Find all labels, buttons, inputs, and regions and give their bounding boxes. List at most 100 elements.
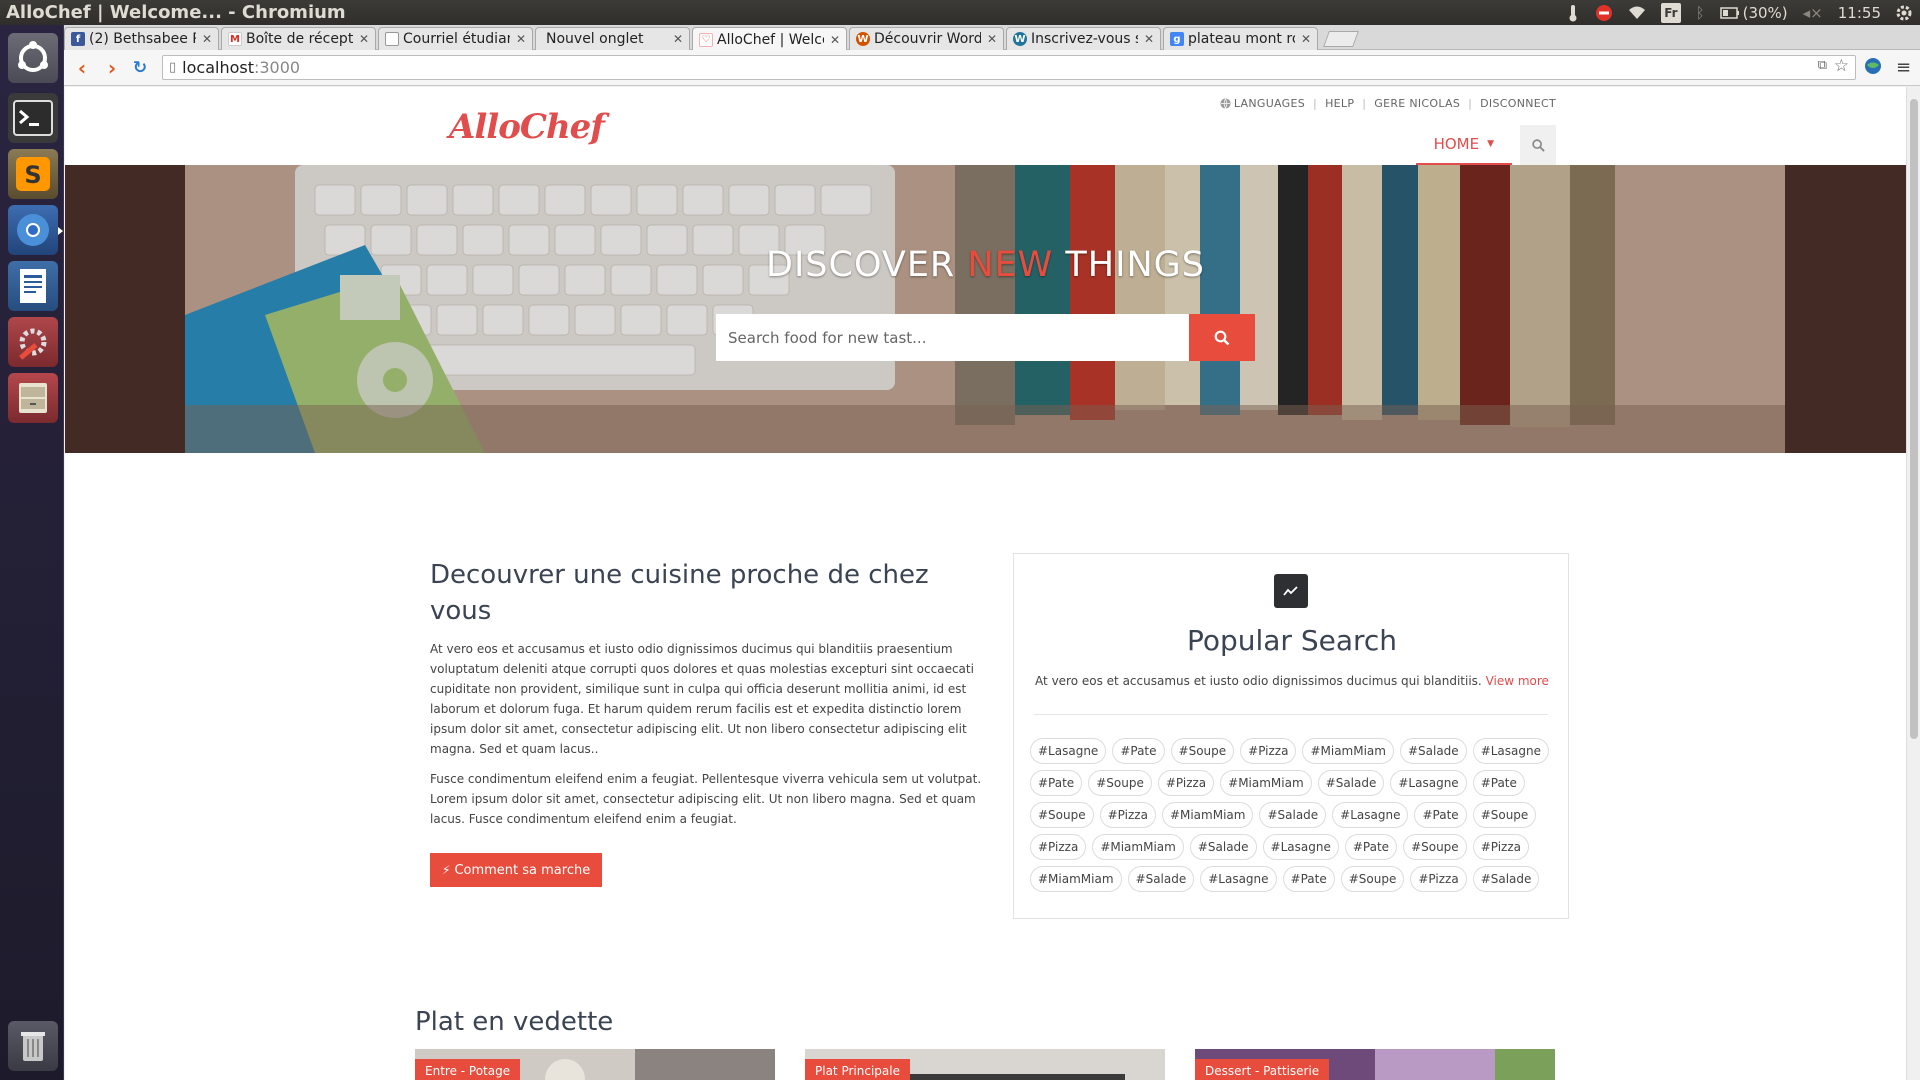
popular-tag[interactable]: #Lasagne — [1200, 866, 1277, 892]
libreoffice-writer-launcher[interactable] — [8, 261, 58, 311]
site-logo[interactable]: AlloChef — [449, 107, 605, 147]
popular-tag[interactable]: #Lasagne — [1390, 770, 1467, 796]
category-badge: Plat Principale — [805, 1059, 910, 1080]
popular-tag[interactable]: #Lasagne — [1030, 738, 1107, 764]
volume-icon[interactable]: ◂× — [1803, 3, 1823, 23]
tab-close-icon[interactable]: ✕ — [987, 32, 997, 46]
popular-tag[interactable]: #Salade — [1317, 770, 1385, 796]
popular-tag[interactable]: #Lasagne — [1332, 802, 1409, 828]
translate-icon[interactable]: ⧉ — [1818, 58, 1827, 73]
clock[interactable]: 11:55 — [1838, 3, 1881, 23]
sublime-text-launcher[interactable]: S — [8, 149, 58, 199]
languages-link[interactable]: LANGUAGES — [1234, 97, 1305, 110]
popular-tag[interactable]: #Soupe — [1340, 866, 1405, 892]
address-bar[interactable]: ▯ localhost:3000 ⧉ ☆ — [162, 55, 1856, 80]
category-badge: Dessert - Pattiserie — [1195, 1059, 1330, 1080]
popular-tag[interactable]: #Pizza — [1099, 802, 1156, 828]
bluetooth-icon[interactable]: ᛒ — [1696, 3, 1705, 23]
dash-home-button[interactable] — [8, 33, 58, 83]
chromium-launcher[interactable] — [8, 205, 63, 255]
nav-home[interactable]: HOME ▼ — [1415, 125, 1512, 165]
browser-menu-icon[interactable]: ≡ — [1896, 57, 1911, 78]
page-scrollbar[interactable] — [1906, 87, 1920, 1080]
tab-courriel[interactable]: Courriel étudiant ✕ — [378, 27, 533, 50]
popular-tag[interactable]: #Soupe — [1088, 770, 1152, 796]
tab-nouvel-onglet[interactable]: Nouvel onglet ✕ — [535, 27, 690, 50]
view-more-link[interactable]: View more — [1486, 674, 1549, 688]
popular-tag[interactable]: #Pate — [1472, 770, 1525, 796]
trash-launcher[interactable] — [8, 1021, 58, 1071]
popular-tag[interactable]: #Salade — [1127, 866, 1195, 892]
popular-tag[interactable]: #Soupe — [1170, 738, 1235, 764]
disconnect-link[interactable]: DISCONNECT — [1480, 97, 1556, 110]
chromium-icon — [17, 214, 49, 246]
how-it-works-button[interactable]: ⚡ Comment sa marche — [430, 853, 603, 887]
popular-tag[interactable]: #Pizza — [1410, 866, 1467, 892]
popular-tag[interactable]: #MiamMiam — [1161, 802, 1254, 828]
bookmark-star-icon[interactable]: ☆ — [1834, 56, 1849, 76]
tab-close-icon[interactable]: ✕ — [830, 33, 840, 47]
popular-tag[interactable]: #Lasagne — [1472, 738, 1549, 764]
forward-button[interactable]: › — [98, 54, 126, 82]
hero-search-button[interactable] — [1189, 314, 1255, 361]
tab-close-icon[interactable]: ✕ — [516, 32, 526, 46]
page-info-icon[interactable]: ▯ — [169, 60, 176, 75]
popular-tag[interactable]: #Soupe — [1403, 834, 1467, 860]
popular-tag[interactable]: #Pizza — [1030, 834, 1087, 860]
popular-tag[interactable]: #Soupe — [1030, 802, 1094, 828]
popular-tag[interactable]: #Salade — [1399, 738, 1467, 764]
tab-google-search[interactable]: g plateau mont royal - G ✕ — [1163, 27, 1318, 50]
terminal-launcher[interactable] — [8, 93, 58, 143]
scrollbar-thumb[interactable] — [1910, 99, 1918, 739]
tab-close-icon[interactable]: ✕ — [202, 32, 212, 46]
popular-tag[interactable]: #Pizza — [1472, 834, 1529, 860]
featured-card[interactable]: Dessert - Pattiserie — [1195, 1049, 1555, 1080]
popular-tag[interactable]: #Soupe — [1472, 802, 1537, 828]
popular-tag[interactable]: #Salade — [1189, 834, 1257, 860]
battery-indicator[interactable]: (30%) — [1719, 3, 1788, 23]
tab-close-icon[interactable]: ✕ — [1144, 32, 1154, 46]
popular-tag[interactable]: #Pate — [1030, 770, 1083, 796]
popular-tag[interactable]: #Salade — [1472, 866, 1540, 892]
facebook-icon: f — [71, 32, 85, 46]
tab-facebook[interactable]: f (2) Bethsabee Rachel ✕ — [64, 27, 219, 50]
wifi-icon[interactable] — [1628, 3, 1646, 23]
tab-decouvrir-wordpress[interactable]: W Découvrir WordPress ✕ — [849, 27, 1004, 50]
featured-card[interactable]: Plat Principale — [805, 1049, 1165, 1080]
tab-close-icon[interactable]: ✕ — [673, 32, 683, 46]
food-search-input[interactable] — [716, 314, 1189, 361]
reload-button[interactable]: ↻ — [126, 54, 154, 82]
tab-close-icon[interactable]: ✕ — [1301, 32, 1311, 46]
hero-title-part1: DISCOVER — [766, 245, 968, 285]
tab-close-icon[interactable]: ✕ — [359, 32, 369, 46]
help-link[interactable]: HELP — [1325, 97, 1354, 110]
indicator-icon[interactable] — [1566, 3, 1580, 23]
featured-card[interactable]: Entre - Potage — [415, 1049, 775, 1080]
do-not-disturb-icon[interactable] — [1595, 3, 1613, 23]
popular-tag[interactable]: #Pate — [1112, 738, 1165, 764]
intro-section: Decouvrer une cuisine proche de chez vou… — [430, 557, 990, 887]
popular-tag[interactable]: #Pizza — [1157, 770, 1215, 796]
popular-tag[interactable]: #Pate — [1414, 802, 1467, 828]
system-settings-launcher[interactable] — [8, 317, 58, 367]
popular-tag[interactable]: #MiamMiam — [1302, 738, 1394, 764]
popular-tag[interactable]: #Salade — [1259, 802, 1327, 828]
back-button[interactable]: ‹ — [68, 54, 96, 82]
extension-globe-icon[interactable] — [1864, 57, 1882, 80]
session-gear-icon[interactable] — [1896, 3, 1912, 23]
nav-search-button[interactable] — [1520, 125, 1556, 165]
popular-tag[interactable]: #Pate — [1282, 866, 1335, 892]
keyboard-layout-indicator[interactable]: Fr — [1661, 2, 1681, 23]
new-tab-button[interactable] — [1323, 31, 1359, 47]
popular-tag[interactable]: #MiamMiam — [1220, 770, 1312, 796]
tab-gmail[interactable]: M Boîte de réception (5 ✕ — [221, 27, 376, 50]
popular-tag[interactable]: #MiamMiam — [1030, 866, 1122, 892]
popular-tag[interactable]: #Pate — [1344, 834, 1398, 860]
popular-tag[interactable]: #MiamMiam — [1092, 834, 1184, 860]
tab-allochef[interactable]: ♡ AlloChef | Welcome... ✕ — [692, 27, 847, 51]
tab-inscrivez-vous[interactable]: W Inscrivez-vous sur Wo ✕ — [1006, 27, 1161, 50]
popular-tag[interactable]: #Lasagne — [1262, 834, 1339, 860]
user-link[interactable]: GERE NICOLAS — [1374, 97, 1460, 110]
popular-tag[interactable]: #Pizza — [1240, 738, 1297, 764]
files-launcher[interactable] — [8, 373, 58, 423]
